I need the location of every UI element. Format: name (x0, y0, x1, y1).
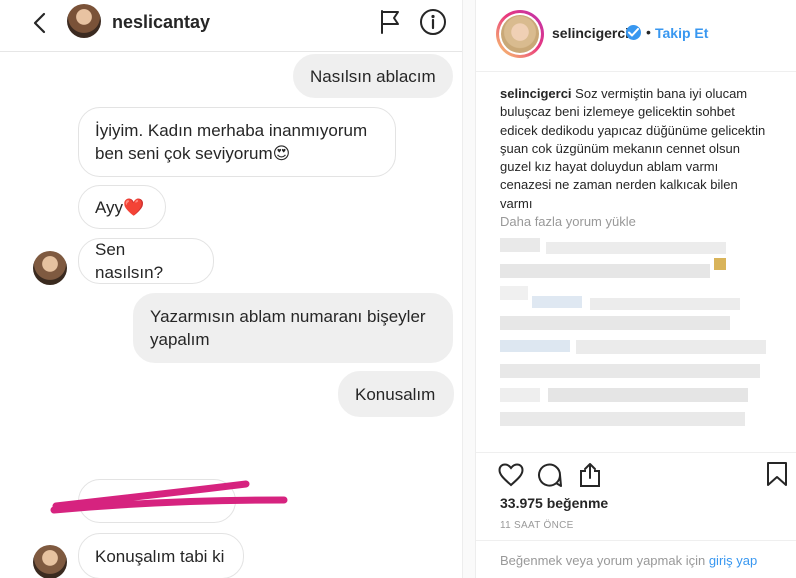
sender-avatar (33, 251, 67, 285)
message-text: Nasılsın ablacım (310, 66, 436, 86)
redaction-scribble (50, 480, 288, 514)
verified-badge-icon (626, 25, 641, 40)
instagram-post-panel: selincigerci • Takip Et selincigerci Soz… (476, 0, 796, 578)
message-bubble-received: İyiyim. Kadın merhaba inanmıyorum ben se… (78, 107, 396, 177)
message-text: Yazarmısın ablam numaranı bişeyler yapal… (150, 307, 426, 349)
message-bubble-sent: Konusalım (338, 371, 454, 417)
login-prompt: Beğenmek veya yorum yapmak için giriş ya… (500, 552, 770, 570)
likes-count[interactable]: 33.975 beğenme (500, 495, 608, 511)
message-bubble-received: Konuşalım tabi ki (78, 533, 244, 578)
message-bubble-sent: Yazarmısın ablam numaranı bişeyler yapal… (133, 293, 453, 363)
message-text: İyiyim. Kadın merhaba inanmıyorum ben se… (95, 121, 368, 163)
message-bubble-sent: Nasılsın ablacım (293, 54, 453, 98)
info-icon[interactable] (419, 8, 447, 36)
message-bubble-received: Ayy❤️ (78, 185, 166, 229)
post-caption: selincigerci Soz vermiştin bana iyi oluc… (500, 85, 772, 213)
likes-number: 33.975 (500, 495, 543, 511)
dm-header: neslicantay (0, 0, 462, 52)
load-more-comments-link[interactable]: Daha fazla yorum yükle (500, 214, 636, 229)
share-icon[interactable] (577, 462, 603, 488)
separator-dot: • (646, 24, 651, 40)
message-text: Konusalım (355, 384, 436, 404)
post-username[interactable]: selincigerci (552, 25, 629, 41)
likes-label: beğenme (546, 495, 609, 511)
follow-button[interactable]: Takip Et (655, 25, 708, 41)
profile-avatar[interactable] (496, 10, 544, 58)
back-arrow-icon[interactable] (30, 10, 52, 36)
caption-username[interactable]: selincigerci (500, 86, 572, 101)
bookmark-icon[interactable] (766, 461, 788, 487)
heart-icon[interactable] (498, 463, 524, 487)
post-actions (476, 452, 796, 496)
login-bar: Beğenmek veya yorum yapmak için giriş ya… (476, 540, 796, 578)
caption-text: Soz vermiştin bana iyi olucam buluşcaz b… (500, 86, 766, 211)
panel-divider (462, 0, 476, 578)
message-text: Konuşalım tabi ki (95, 546, 225, 566)
direct-message-panel: neslicantay Nasılsın ablacım İyiyim. Kad… (0, 0, 462, 578)
message-text: Ayy❤️ (95, 197, 145, 217)
dm-avatar[interactable] (67, 4, 101, 38)
post-timestamp: 11 SAAT ÖNCE (500, 520, 574, 531)
comment-icon[interactable] (537, 462, 563, 488)
message-text: Sen nasılsın? (95, 240, 164, 282)
blurred-comments (498, 236, 778, 448)
post-header: selincigerci • Takip Et (476, 0, 796, 72)
dm-username[interactable]: neslicantay (112, 12, 210, 33)
flag-icon[interactable] (378, 9, 402, 35)
sender-avatar (33, 545, 67, 578)
login-prompt-text: Beğenmek veya yorum yapmak için (500, 553, 706, 568)
message-bubble-received: Sen nasılsın? (78, 238, 214, 284)
login-link[interactable]: giriş yap (709, 553, 757, 568)
